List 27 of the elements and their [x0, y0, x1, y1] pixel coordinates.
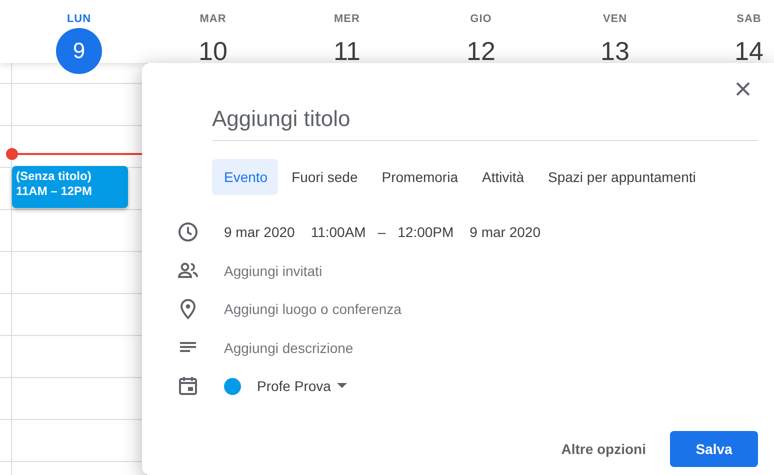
caret-icon: [336, 383, 347, 390]
event-type-tab[interactable]: Fuori sede: [282, 159, 368, 195]
date-button[interactable]: 9 mar 2020: [224, 224, 295, 240]
day-label: MER: [334, 13, 360, 25]
event-type-tab[interactable]: Promemoria: [372, 159, 468, 195]
day-label: VEN: [602, 13, 628, 25]
calendar-dropdown[interactable]: Profe Prova: [224, 378, 347, 395]
day-label: LUN: [66, 13, 92, 25]
time-separator: –: [378, 224, 386, 240]
add-description-link[interactable]: Aggiungi descrizione: [224, 340, 354, 356]
time-button[interactable]: 12:00PM: [398, 224, 454, 240]
event-type-tab[interactable]: Attività: [472, 159, 534, 195]
day-label: SAB: [736, 13, 762, 25]
save-button[interactable]: Salva: [670, 431, 758, 467]
clock-icon: [176, 220, 200, 244]
day-label: GIO: [470, 13, 492, 25]
more-options-button[interactable]: Altre opzioni: [553, 433, 654, 465]
event-time: 11AM – 12PM: [16, 184, 94, 199]
date-button[interactable]: 9 mar 2020: [470, 224, 540, 240]
event-title: (Senza titolo): [16, 169, 92, 184]
add-location-link[interactable]: Aggiungi luogo o conferenza: [224, 301, 402, 318]
add-guests-link[interactable]: Aggiungi invitati: [224, 262, 322, 279]
event-type-tab[interactable]: Evento: [212, 159, 278, 195]
time-button[interactable]: 11:00AM: [310, 224, 366, 240]
day-label: MAR: [200, 13, 226, 25]
day-number[interactable]: 9: [56, 28, 102, 74]
event-type-tab[interactable]: Spazi per appuntamenti: [538, 159, 706, 195]
